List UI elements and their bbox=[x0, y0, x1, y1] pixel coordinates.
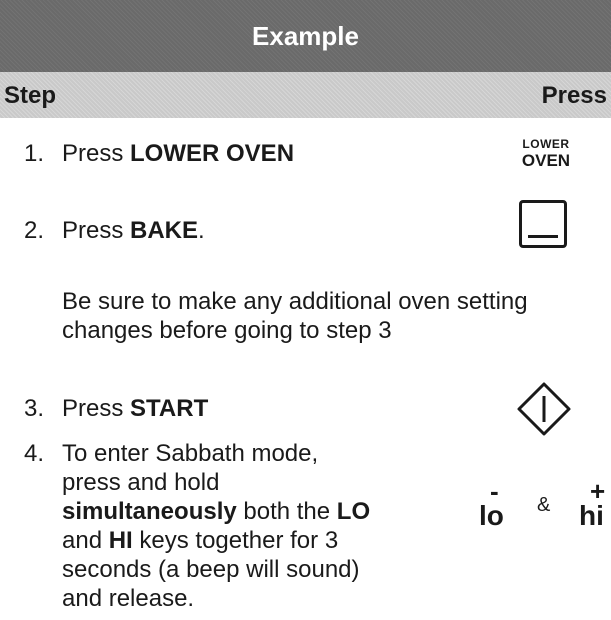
start-key[interactable] bbox=[516, 381, 572, 437]
step-key-name: LOWER OVEN bbox=[130, 140, 295, 167]
step-4-text: To enter Sabbath mode, press and hold si… bbox=[62, 439, 382, 613]
step-3: 3. Press START bbox=[24, 394, 208, 423]
step-number: 2. bbox=[24, 217, 45, 244]
step-number: 1. bbox=[24, 140, 45, 167]
emphasis-hi: HI bbox=[108, 527, 133, 554]
step-key-name: START bbox=[130, 395, 209, 422]
step-key-name: BAKE bbox=[130, 217, 199, 244]
lower-oven-label-line-2: OVEN bbox=[521, 151, 571, 170]
step-column-header: Step bbox=[4, 82, 57, 109]
step-1: 1. Press LOWER OVEN bbox=[24, 139, 294, 168]
step-text-end: . bbox=[198, 217, 205, 244]
step-text: To enter Sabbath mode, press and hold bbox=[62, 440, 319, 496]
note-line-1: Be sure to make any additional oven sett… bbox=[62, 288, 528, 315]
lo-key[interactable]: lo bbox=[479, 502, 504, 530]
step-text: Press bbox=[62, 217, 131, 244]
step-number: 4. bbox=[24, 440, 45, 467]
start-icon bbox=[517, 382, 571, 436]
step-number: 3. bbox=[24, 395, 45, 422]
lower-oven-label-line-1: LOWER bbox=[522, 137, 570, 151]
step-text: Press bbox=[62, 395, 131, 422]
bake-icon bbox=[528, 235, 558, 238]
emphasis-simultaneously: simultaneously bbox=[62, 498, 237, 525]
ampersand: & bbox=[537, 494, 551, 516]
column-header: Step Press bbox=[0, 72, 611, 118]
lo-hi-keys: - + lo & hi bbox=[472, 478, 608, 538]
title-bar: Example bbox=[0, 0, 611, 72]
step-text: and bbox=[62, 527, 109, 554]
step-text: both the bbox=[236, 498, 337, 525]
bake-key[interactable] bbox=[519, 200, 567, 248]
step-text: Press bbox=[62, 140, 131, 167]
emphasis-lo: LO bbox=[336, 498, 371, 525]
lower-oven-key[interactable]: LOWER OVEN bbox=[516, 138, 576, 169]
note-line-2: changes before going to step 3 bbox=[62, 317, 392, 344]
press-column-header: Press bbox=[541, 82, 607, 109]
page-title: Example bbox=[252, 20, 359, 51]
hi-key[interactable]: hi bbox=[579, 502, 604, 530]
step-2: 2. Press BAKE. bbox=[24, 216, 205, 245]
step-2-note: Be sure to make any additional oven sett… bbox=[62, 287, 602, 345]
